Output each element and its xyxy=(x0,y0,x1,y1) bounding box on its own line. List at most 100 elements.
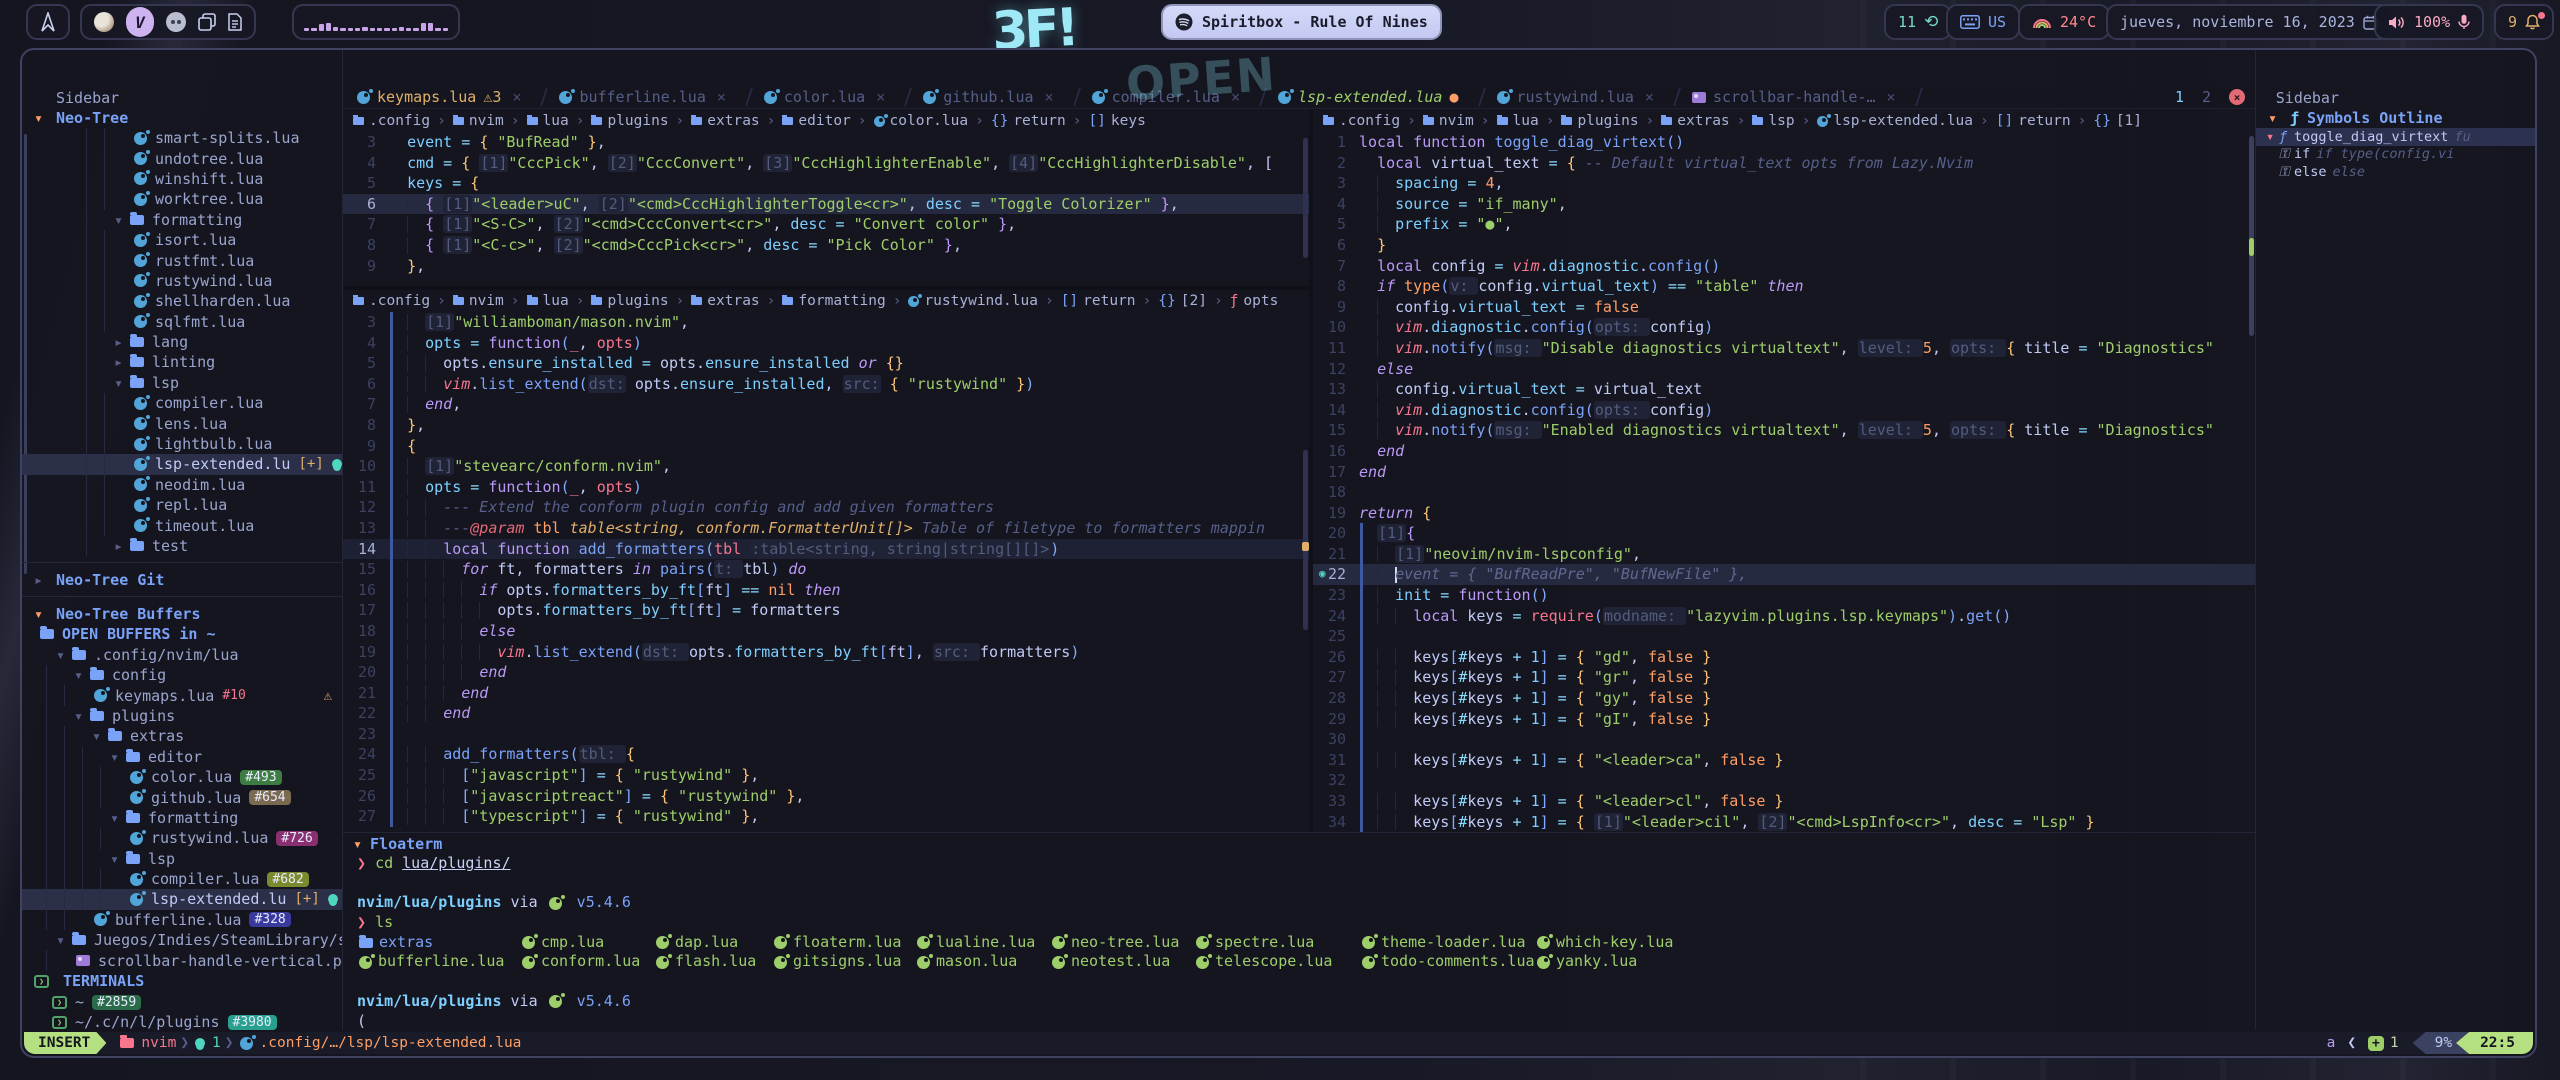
terminal-line[interactable]: ( xyxy=(343,1012,2255,1032)
code-line-23[interactable]: 23 xyxy=(343,724,1309,745)
ls-entry[interactable]: telescope.lua xyxy=(1194,952,1360,972)
code-line-32[interactable]: 32 xyxy=(1313,770,2255,791)
tree-item-isort-lua[interactable]: isort.lua xyxy=(22,230,342,250)
code-line-16[interactable]: 16 if opts.formatters_by_ft[ft] == nil t… xyxy=(343,580,1309,601)
ls-entry[interactable]: mason.lua xyxy=(915,952,1050,972)
ls-entry[interactable]: floaterm.lua xyxy=(772,933,915,953)
code-line-8[interactable]: 8 if type(v: config.virtual_text) == "ta… xyxy=(1313,276,2255,297)
tree-item-repl-lua[interactable]: repl.lua xyxy=(22,495,342,515)
symbols-outline-header[interactable]: ▾ ƒ Symbols Outline xyxy=(2256,107,2535,128)
pane-scrollbar[interactable] xyxy=(1303,138,1308,258)
launcher-button[interactable] xyxy=(26,4,70,40)
tree-item-scrollbar-handle-vertical-p[interactable]: scrollbar-handle-vertical.p xyxy=(22,950,342,970)
code-line-34[interactable]: 34 keys[#keys + 1] = { [1]"<leader>cil",… xyxy=(1313,812,2255,832)
code-line-30[interactable]: 30 xyxy=(1313,729,2255,750)
code-line-4[interactable]: 4 cmd = { [1]"CccPick", [2]"CccConvert",… xyxy=(343,153,1309,174)
code-line-26[interactable]: 26 keys[#keys + 1] = { "gd", false } xyxy=(1313,647,2255,668)
code-line-7[interactable]: 7 local config = vim.diagnostic.config() xyxy=(1313,256,2255,277)
tab-close-icon[interactable]: × xyxy=(1887,88,1896,106)
tab-close-icon[interactable]: × xyxy=(1045,88,1054,106)
updates-widget[interactable]: 11 ⟲ xyxy=(1884,4,1952,40)
code-line-33[interactable]: 33 keys[#keys + 1] = { "<leader>cl", fal… xyxy=(1313,791,2255,812)
symbol-item-toggle_diag_virtext[interactable]: ▾ƒtoggle_diag_virtextfu xyxy=(2256,128,2535,146)
audio-visualizer[interactable] xyxy=(292,4,460,40)
symbol-item-if[interactable]: ⚿ifif type(config.vi xyxy=(2256,146,2535,164)
terminal-line[interactable]: nvim/lua/plugins via v5.4.6 xyxy=(343,893,2255,913)
ls-entry[interactable]: flash.lua xyxy=(654,952,772,972)
editor-pane-rustywind[interactable]: .config›nvim›lua›plugins›extras›formatti… xyxy=(343,290,1309,832)
ls-entry[interactable]: cmp.lua xyxy=(520,933,654,953)
code-line-17[interactable]: 17 opts.formatters_by_ft[ft] = formatter… xyxy=(343,600,1309,621)
code-line-4[interactable]: 4 source = "if_many", xyxy=(1313,194,2255,215)
code-line-13[interactable]: 13 ---@param tbl table<string, conform.F… xyxy=(343,518,1309,539)
code-line-21[interactable]: 21 end xyxy=(343,683,1309,704)
project-indicator[interactable]: nvim xyxy=(120,1035,176,1051)
windows-workspace-icon[interactable] xyxy=(198,13,216,31)
tab-close-icon[interactable]: × xyxy=(717,88,726,106)
browser-workspace-icon[interactable] xyxy=(94,12,114,32)
tree-item-lsp[interactable]: ▾lsp xyxy=(22,849,342,869)
code-line-19[interactable]: 19 vim.list_extend(dst: opts.formatters_… xyxy=(343,642,1309,663)
tree-item-rustywind-lua[interactable]: rustywind.lua xyxy=(22,271,342,291)
code-line-19[interactable]: 19return { xyxy=(1313,503,2255,524)
ls-entry[interactable]: neotest.lua xyxy=(1050,952,1194,972)
breadcrumb[interactable]: .config›nvim›lua›plugins›extras›editor›c… xyxy=(343,110,1309,132)
terminal-line[interactable] xyxy=(343,874,2255,894)
code-line-24[interactable]: 24 add_formatters(tbl: { xyxy=(343,744,1309,765)
media-player-widget[interactable]: Spiritbox - Rule Of Nines xyxy=(1161,4,1442,40)
code-line-1[interactable]: 1local function toggle_diag_virtext() xyxy=(1313,132,2255,153)
code-line-28[interactable]: 28 keys[#keys + 1] = { "gy", false } xyxy=(1313,688,2255,709)
tree-item-worktree-lua[interactable]: worktree.lua xyxy=(22,189,342,209)
ls-entry[interactable]: lualine.lua xyxy=(915,933,1050,953)
editor-pane-lsp-extended[interactable]: .config›nvim›lua›plugins›extras›lsp›lsp-… xyxy=(1313,110,2255,832)
tree-item-open-buffers-in-[interactable]: OPEN BUFFERS in ~ xyxy=(22,624,342,644)
tree-item-editor[interactable]: ▾editor xyxy=(22,747,342,767)
tab-close-icon[interactable]: × xyxy=(1645,88,1654,106)
code-line-7[interactable]: 7 { [1]"<S-C>", [2]"<cmd>CccConvert<cr>"… xyxy=(343,214,1309,235)
code-line-9[interactable]: 9 }, xyxy=(343,256,1309,277)
tab-keymaps-lua[interactable]: keymaps.lua⚠3× xyxy=(343,86,535,108)
floaterm-panel[interactable]: ▾ Floaterm ❯ cd lua/plugins/nvim/lua/plu… xyxy=(343,832,2255,1032)
code-line-14[interactable]: 14 local function add_formatters(tbl :ta… xyxy=(343,539,1309,560)
code-line-18[interactable]: 18 else xyxy=(343,621,1309,642)
tree-item-plugins[interactable]: ▾plugins xyxy=(22,706,342,726)
tab-bufferline-lua[interactable]: bufferline.lua× xyxy=(545,86,739,108)
code-line-8[interactable]: 8 }, xyxy=(343,415,1309,436)
tree-item-formatting[interactable]: ▾formatting xyxy=(22,210,342,230)
editor-pane-color[interactable]: .config›nvim›lua›plugins›extras›editor›c… xyxy=(343,110,1309,286)
tree-item-lightbulb-lua[interactable]: lightbulb.lua xyxy=(22,434,342,454)
code-line-25[interactable]: 25 ["javascript"] = { "rustywind" }, xyxy=(343,765,1309,786)
tree-item-lsp-extended-lu[interactable]: lsp-extended.lu[+] xyxy=(22,454,342,474)
tree-item-compiler-lua[interactable]: compiler.lua xyxy=(22,393,342,413)
neo-tree-section-header[interactable]: ▾ Neo-Tree xyxy=(22,107,342,128)
code-line-4[interactable]: 4 opts = function(_, opts) xyxy=(343,333,1309,354)
code-line-12[interactable]: 12 --- Extend the conform plugin config … xyxy=(343,497,1309,518)
tree-item-color-lua[interactable]: color.lua#493 xyxy=(22,767,342,787)
tree-item-extras[interactable]: ▾extras xyxy=(22,726,342,746)
code-line-23[interactable]: 23 init = function() xyxy=(1313,585,2255,606)
code-line-20[interactable]: 20 [1]{ xyxy=(1313,523,2255,544)
date-widget[interactable]: jueves, noviembre 16, 2023 xyxy=(2106,4,2392,40)
tree-item-compiler-lua[interactable]: compiler.lua#682 xyxy=(22,869,342,889)
code-line-3[interactable]: 3 [1]"williamboman/mason.nvim", xyxy=(343,312,1309,333)
code-line-9[interactable]: 9 config.virtual_text = false xyxy=(1313,297,2255,318)
terminal-line[interactable] xyxy=(343,972,2255,992)
terminal-item[interactable]: ❯~#2859 xyxy=(22,992,342,1012)
ls-entry[interactable]: yanky.lua xyxy=(1535,952,1685,972)
tree-item-github-lua[interactable]: github.lua#654 xyxy=(22,787,342,807)
tree-item-lang[interactable]: ▸lang xyxy=(22,332,342,352)
code-line-24[interactable]: 24 local keys = require(modname: "lazyvi… xyxy=(1313,606,2255,627)
code-line-11[interactable]: 11 vim.notify(msg: "Disable diagnostics … xyxy=(1313,338,2255,359)
ls-entry[interactable]: spectre.lua xyxy=(1194,933,1360,953)
ls-entry[interactable]: which-key.lua xyxy=(1535,933,1685,953)
tree-item-lsp-extended-lu[interactable]: lsp-extended.lu[+] xyxy=(22,889,342,909)
terminal-line[interactable]: ❯ cd lua/plugins/ xyxy=(343,854,2255,874)
code-line-16[interactable]: 16 end xyxy=(1313,441,2255,462)
tree-item-keymaps-lua[interactable]: keymaps.lua#10⚠ xyxy=(22,685,342,705)
neo-tree-git-section-header[interactable]: ▸ Neo-Tree Git xyxy=(22,569,342,590)
tree-item-test[interactable]: ▸test xyxy=(22,536,342,556)
tab-scrollbar-handle-[interactable]: scrollbar-handle-…× xyxy=(1678,86,1910,108)
tab-page-active[interactable]: 1 xyxy=(2175,88,2184,106)
code-line-6[interactable]: 6 vim.list_extend(dst: opts.ensure_insta… xyxy=(343,374,1309,395)
neo-tree-buffers-section-header[interactable]: ▾ Neo-Tree Buffers xyxy=(22,603,342,624)
